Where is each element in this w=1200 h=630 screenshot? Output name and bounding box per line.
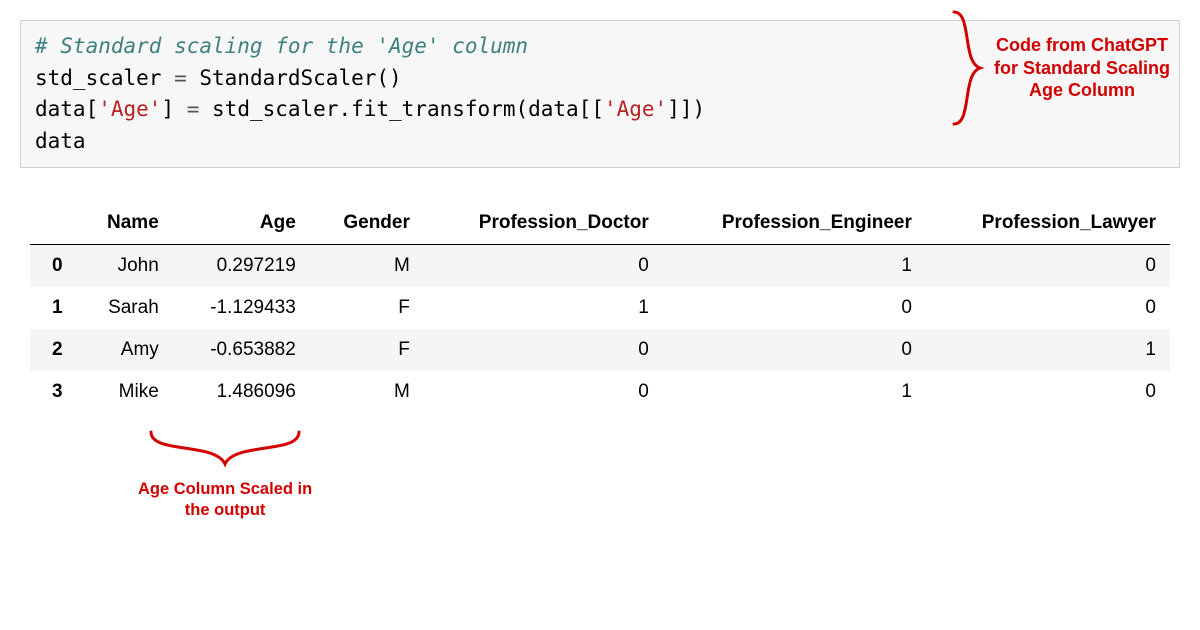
- table-row: 3 Mike 1.486096 M 0 1 0: [30, 371, 1170, 413]
- code-line: data: [35, 126, 1165, 158]
- table-row: 1 Sarah -1.129433 F 1 0 0: [30, 287, 1170, 329]
- brace-icon: [145, 428, 305, 470]
- row-index: 3: [30, 371, 77, 413]
- brace-icon: [950, 8, 986, 128]
- annotation-line: Age Column Scaled in: [138, 479, 312, 500]
- row-index: 2: [30, 329, 77, 371]
- table-header-age: Age: [173, 202, 310, 245]
- code-token: 'Age': [604, 97, 667, 121]
- code-token: StandardScaler(): [187, 66, 402, 90]
- cell-prof-engineer: 0: [663, 329, 926, 371]
- annotation-line: for Standard Scaling: [994, 57, 1170, 80]
- code-token: =: [174, 66, 187, 90]
- cell-name: Mike: [77, 371, 173, 413]
- table-header-index: [30, 202, 77, 245]
- cell-prof-engineer: 1: [663, 245, 926, 288]
- cell-prof-engineer: 1: [663, 371, 926, 413]
- code-token: ]: [161, 97, 186, 121]
- table-row: 2 Amy -0.653882 F 0 0 1: [30, 329, 1170, 371]
- table-header-prof-lawyer: Profession_Lawyer: [926, 202, 1170, 245]
- cell-prof-lawyer: 0: [926, 371, 1170, 413]
- annotation-text: Age Column Scaled in the output: [138, 479, 312, 520]
- annotation-text: Code from ChatGPT for Standard Scaling A…: [994, 34, 1170, 102]
- row-index: 0: [30, 245, 77, 288]
- cell-age: -0.653882: [173, 329, 310, 371]
- cell-age: 1.486096: [173, 371, 310, 413]
- annotation-line: the output: [138, 500, 312, 521]
- cell-prof-lawyer: 1: [926, 329, 1170, 371]
- cell-name: Amy: [77, 329, 173, 371]
- annotation-code-source: Code from ChatGPT for Standard Scaling A…: [950, 8, 1170, 128]
- cell-prof-doctor: 0: [424, 245, 663, 288]
- cell-age: 0.297219: [173, 245, 310, 288]
- code-comment: # Standard scaling for the 'Age' column: [35, 34, 528, 58]
- cell-name: Sarah: [77, 287, 173, 329]
- cell-gender: F: [310, 329, 424, 371]
- cell-age: -1.129433: [173, 287, 310, 329]
- table-header-prof-engineer: Profession_Engineer: [663, 202, 926, 245]
- row-index: 1: [30, 287, 77, 329]
- cell-gender: F: [310, 287, 424, 329]
- table-header-name: Name: [77, 202, 173, 245]
- code-token: std_scaler: [35, 66, 174, 90]
- code-token: ]]): [667, 97, 705, 121]
- code-token: 'Age': [98, 97, 161, 121]
- table-header-row: Name Age Gender Profession_Doctor Profes…: [30, 202, 1170, 245]
- cell-prof-doctor: 0: [424, 371, 663, 413]
- cell-prof-lawyer: 0: [926, 287, 1170, 329]
- annotation-age-column: Age Column Scaled in the output: [138, 428, 312, 520]
- code-token: std_scaler.fit_transform(data[[: [199, 97, 604, 121]
- dataframe-output: Name Age Gender Profession_Doctor Profes…: [20, 202, 1180, 413]
- dataframe-table: Name Age Gender Profession_Doctor Profes…: [30, 202, 1170, 413]
- cell-prof-doctor: 0: [424, 329, 663, 371]
- code-token: data[: [35, 97, 98, 121]
- cell-gender: M: [310, 245, 424, 288]
- cell-gender: M: [310, 371, 424, 413]
- code-token: =: [187, 97, 200, 121]
- cell-prof-lawyer: 0: [926, 245, 1170, 288]
- table-row: 0 John 0.297219 M 0 1 0: [30, 245, 1170, 288]
- table-header-gender: Gender: [310, 202, 424, 245]
- annotation-line: Code from ChatGPT: [994, 34, 1170, 57]
- table-header-prof-doctor: Profession_Doctor: [424, 202, 663, 245]
- code-token: data: [35, 129, 86, 153]
- cell-name: John: [77, 245, 173, 288]
- cell-prof-doctor: 1: [424, 287, 663, 329]
- cell-prof-engineer: 0: [663, 287, 926, 329]
- annotation-line: Age Column: [994, 79, 1170, 102]
